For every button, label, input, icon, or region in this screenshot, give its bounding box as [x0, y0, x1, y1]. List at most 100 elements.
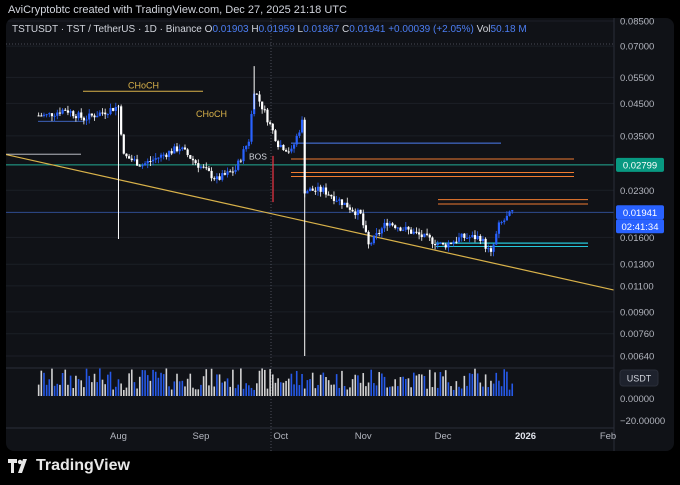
- candle-body-108: [324, 187, 328, 195]
- candle-body-76: [239, 160, 242, 162]
- candle-body-4: [48, 113, 51, 115]
- indicator-bar-157: [455, 381, 458, 396]
- indicator-bar-154: [447, 382, 450, 396]
- indicator-tick-0: 0.00000: [620, 394, 654, 405]
- candle-body-145: [423, 233, 426, 238]
- indicator-bar-174: [500, 386, 503, 396]
- candle-body-3: [45, 114, 48, 116]
- candle-body-151: [439, 242, 442, 244]
- indicator-bar-47: [162, 374, 165, 396]
- candle-body-65: [210, 170, 213, 179]
- candle-body-52: [175, 146, 179, 152]
- indicator-bar-29: [115, 386, 117, 396]
- low-value: 0.01867: [303, 24, 340, 35]
- indicator-bar-59: [194, 389, 197, 396]
- candle-body-162: [468, 237, 471, 239]
- candle-body-155: [449, 242, 453, 244]
- time-tick-1: Sep: [192, 431, 209, 442]
- candle-body-105: [316, 186, 320, 191]
- candle-body-16: [80, 112, 83, 118]
- candle-body-73: [231, 171, 234, 173]
- candle-body-150: [436, 243, 439, 246]
- candle-body-148: [431, 237, 434, 245]
- indicator-bar-35: [130, 369, 133, 396]
- candle-body-110: [330, 194, 333, 197]
- price-tick-6: 0.01600: [620, 233, 654, 244]
- candle-body-153: [444, 244, 447, 248]
- indicator-bar-61: [200, 384, 202, 396]
- price-tick-4: 0.03500: [620, 131, 654, 142]
- indicator-bar-53: [178, 381, 181, 396]
- indicator-bar-104: [314, 388, 317, 396]
- indicator-bar-83: [258, 370, 261, 396]
- indicator-bar-172: [495, 372, 498, 396]
- indicator-bar-158: [458, 386, 460, 396]
- indicator-bar-162: [468, 373, 471, 396]
- indicator-bar-175: [503, 369, 506, 396]
- indicator-bar-122: [362, 373, 365, 396]
- candle-body-118: [351, 209, 354, 212]
- indicator-bar-38: [138, 376, 141, 396]
- candle-body-161: [465, 237, 469, 239]
- candle-body-11: [66, 110, 70, 113]
- support-trendline: [6, 153, 615, 291]
- indicator-bar-134: [394, 379, 396, 396]
- indicator-bar-120: [357, 375, 359, 396]
- indicator-bar-17: [83, 387, 85, 396]
- indicator-bar-78: [245, 383, 247, 396]
- candle-body-44: [154, 158, 157, 160]
- indicator-bar-23: [99, 368, 101, 396]
- indicator-bar-166: [479, 382, 482, 396]
- candle-body-19: [88, 113, 91, 120]
- indicator-bar-44: [154, 371, 157, 396]
- candle-body-106: [319, 186, 322, 192]
- candle-body-87: [269, 122, 272, 124]
- indicator-bar-96: [293, 384, 295, 396]
- price-chart[interactable]: 0.08500 0.07000 0.05500 0.04500 0.03500 0.023…: [6, 18, 674, 451]
- indicator-bar-113: [338, 387, 341, 396]
- indicator-bar-103: [311, 372, 314, 396]
- candle-body-24: [101, 112, 104, 114]
- tradingview-logo[interactable]: TradingView: [8, 455, 130, 477]
- indicator-bars: [6, 367, 614, 396]
- candle-body-104: [314, 190, 317, 192]
- candle-body-166: [479, 235, 482, 242]
- indicator-bar-145: [423, 375, 426, 396]
- price-tick-1: 0.07000: [620, 42, 654, 53]
- indicator-bar-41: [146, 375, 149, 396]
- candle-body-41: [146, 161, 149, 164]
- indicator-bar-94: [287, 378, 290, 396]
- indicator-bar-0: [37, 384, 40, 396]
- candle-body-172: [495, 233, 498, 245]
- candle-body-54: [181, 147, 184, 150]
- indicator-bar-100: [303, 388, 306, 396]
- indicator-bar-31: [120, 383, 122, 396]
- candle-body-177: [508, 211, 511, 216]
- indicator-bar-76: [240, 368, 242, 396]
- candle-body-94: [287, 151, 290, 153]
- candle-body-123: [364, 225, 367, 232]
- indicator-bar-128: [378, 372, 380, 396]
- indicator-bar-77: [242, 388, 245, 396]
- candle-body-56: [186, 149, 189, 156]
- indicator-bar-119: [354, 374, 357, 396]
- candle-body-173: [497, 222, 501, 234]
- ohlc-legend: TSTUSDT · TST / TetherUS · 1D · Binance …: [12, 24, 527, 35]
- indicator-bar-102: [309, 379, 311, 396]
- price-tick-2: 0.05500: [620, 73, 654, 84]
- candle-body-17: [82, 117, 85, 121]
- screenshot-frame: AviCryptobtc created with TradingView.co…: [0, 0, 680, 485]
- indicator-bar-89: [274, 382, 277, 396]
- indicator-bar-88: [271, 374, 274, 396]
- chart-panel[interactable]: 0.08500 0.07000 0.05500 0.04500 0.03500 0.023…: [6, 18, 674, 451]
- candle-body-167: [481, 238, 485, 242]
- indicator-bar-127: [375, 385, 378, 396]
- indicator-bar-3: [45, 384, 48, 396]
- indicator-bar-153: [444, 370, 447, 396]
- indicator-bar-15: [77, 379, 80, 396]
- price-axis: 0.08500 0.07000 0.05500 0.04500 0.03500 0.023…: [613, 18, 665, 451]
- indicator-bar-169: [487, 387, 490, 396]
- indicator-bar-144: [420, 374, 423, 396]
- candle-body-142: [415, 231, 418, 233]
- indicator-bar-91: [279, 382, 282, 396]
